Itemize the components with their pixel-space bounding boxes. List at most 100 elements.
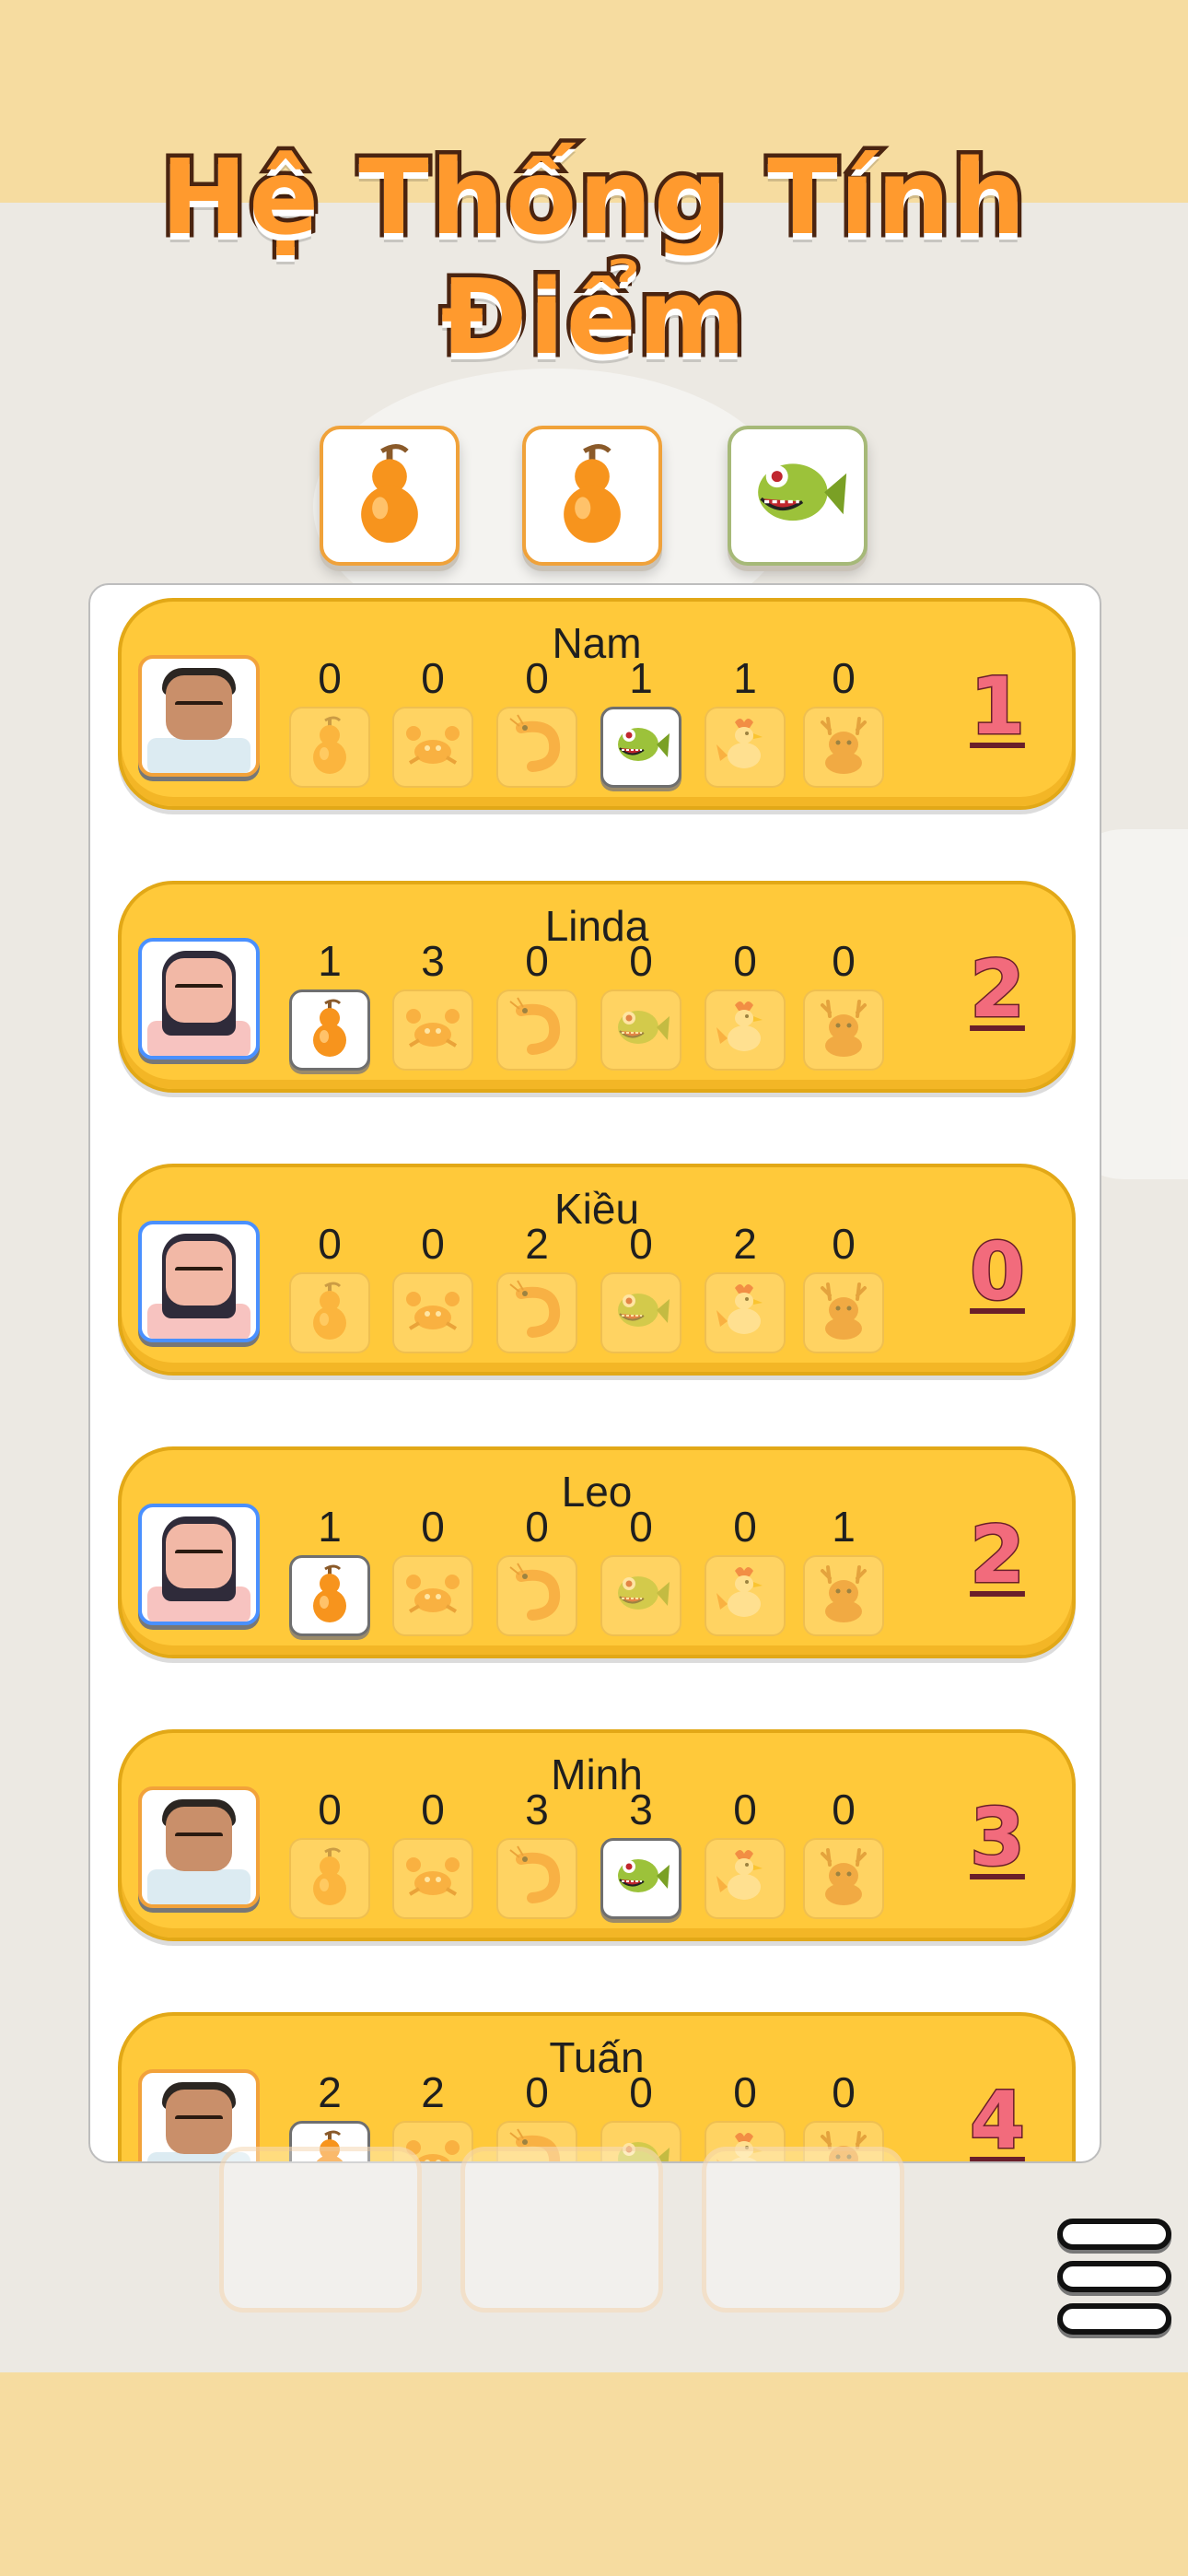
bet-count: 0 bbox=[832, 1220, 856, 1268]
bet-slot: 0 bbox=[701, 936, 789, 1074]
player-row: Minh 0 0 3 3 0 0 3 bbox=[118, 1729, 1076, 1946]
fish-cell bbox=[600, 989, 681, 1071]
menu-bar-icon bbox=[1057, 2219, 1171, 2250]
bet-slot: 2 bbox=[701, 1219, 789, 1357]
gourd-icon bbox=[537, 439, 647, 554]
crab-icon bbox=[401, 713, 465, 782]
player-avatar bbox=[138, 1504, 260, 1625]
rooster-cell bbox=[705, 1838, 786, 1919]
bet-slot: 0 bbox=[597, 1219, 685, 1357]
faded-dice-decoration bbox=[460, 2147, 663, 2313]
bet-count: 0 bbox=[629, 1503, 653, 1551]
rooster-icon bbox=[713, 713, 777, 782]
bet-count: 0 bbox=[421, 1220, 445, 1268]
fish-icon bbox=[609, 996, 673, 1065]
menu-button[interactable] bbox=[1057, 2219, 1177, 2340]
bet-slot: 0 bbox=[493, 653, 581, 791]
bet-count: 1 bbox=[318, 937, 342, 985]
fish-icon bbox=[609, 713, 673, 782]
bet-count: 0 bbox=[733, 1786, 757, 1833]
bet-count: 0 bbox=[421, 1503, 445, 1551]
dice-result-tile bbox=[728, 426, 868, 566]
crab-icon bbox=[401, 1844, 465, 1914]
bet-slot: 1 bbox=[285, 1502, 374, 1640]
player-row: Linda 1 3 0 0 0 0 2 bbox=[118, 881, 1076, 1097]
rooster-icon bbox=[713, 1279, 777, 1348]
crab-cell bbox=[392, 989, 473, 1071]
avatar-body bbox=[147, 738, 250, 773]
bet-count: 0 bbox=[733, 1503, 757, 1551]
deer-cell bbox=[803, 1838, 884, 1919]
avatar-body bbox=[147, 1869, 250, 1904]
bet-count: 2 bbox=[318, 2068, 342, 2116]
player-row: Nam 0 0 0 1 1 0 1 bbox=[118, 598, 1076, 814]
faded-dice-decoration bbox=[219, 2147, 422, 2313]
avatar-face bbox=[166, 2090, 232, 2154]
gourd-icon bbox=[297, 1279, 362, 1348]
avatar-face bbox=[166, 1524, 232, 1588]
bet-slot: 1 bbox=[701, 653, 789, 791]
crab-cell bbox=[392, 1272, 473, 1353]
rooster-icon bbox=[713, 1562, 777, 1631]
player-avatar bbox=[138, 1221, 260, 1342]
bet-slot: 1 bbox=[285, 936, 374, 1074]
deer-icon bbox=[811, 713, 876, 782]
shrimp-cell bbox=[496, 707, 577, 788]
bet-count: 0 bbox=[421, 1786, 445, 1833]
page-title: Hệ Thống Tính Điểm bbox=[157, 135, 1030, 382]
avatar-eyes bbox=[175, 984, 223, 989]
bet-count: 2 bbox=[525, 1220, 549, 1268]
gourd-icon bbox=[297, 1562, 362, 1631]
shrimp-cell bbox=[496, 989, 577, 1071]
bet-slot: 2 bbox=[493, 1219, 581, 1357]
gourd-cell bbox=[289, 989, 370, 1071]
player-score: 0 bbox=[969, 1225, 1027, 1320]
bet-count: 3 bbox=[525, 1786, 549, 1833]
bet-slot: 0 bbox=[493, 1502, 581, 1640]
crab-cell bbox=[392, 1838, 473, 1919]
bet-slot: 0 bbox=[389, 1502, 477, 1640]
gourd-cell bbox=[289, 1555, 370, 1636]
bet-count: 1 bbox=[318, 1503, 342, 1551]
fish-cell bbox=[600, 707, 681, 788]
avatar-face bbox=[166, 958, 232, 1023]
crab-icon bbox=[401, 996, 465, 1065]
fish-cell bbox=[600, 1272, 681, 1353]
shrimp-icon bbox=[505, 1279, 569, 1348]
bet-count: 0 bbox=[733, 937, 757, 985]
fish-cell bbox=[600, 1555, 681, 1636]
player-score: 3 bbox=[969, 1791, 1027, 1886]
bet-slot: 0 bbox=[389, 1785, 477, 1923]
player-avatar bbox=[138, 655, 260, 777]
rooster-icon bbox=[713, 1844, 777, 1914]
scoreboard-panel[interactable]: Nam 0 0 0 1 1 0 1 Linda 1 3 0 0 0 0 2 Kiều 0 0 2 0 2 0 0 Leo 1 0 0 0… bbox=[88, 583, 1101, 2163]
deer-cell bbox=[803, 989, 884, 1071]
bottom-band bbox=[0, 2372, 1188, 2576]
gourd-cell bbox=[289, 1838, 370, 1919]
bet-count: 0 bbox=[525, 2068, 549, 2116]
crab-cell bbox=[392, 1555, 473, 1636]
gourd-icon bbox=[297, 1844, 362, 1914]
bet-slot: 0 bbox=[389, 653, 477, 791]
shrimp-cell bbox=[496, 1838, 577, 1919]
bet-count: 0 bbox=[525, 654, 549, 702]
bet-count: 0 bbox=[832, 654, 856, 702]
bet-slot: 3 bbox=[493, 1785, 581, 1923]
shrimp-cell bbox=[496, 1555, 577, 1636]
bet-count: 2 bbox=[733, 1220, 757, 1268]
bet-slot: 3 bbox=[389, 936, 477, 1074]
avatar-face bbox=[166, 675, 232, 740]
bet-slot: 1 bbox=[799, 1502, 888, 1640]
deer-icon bbox=[811, 1279, 876, 1348]
avatar-face bbox=[166, 1807, 232, 1871]
fish-cell bbox=[600, 1838, 681, 1919]
avatar-eyes bbox=[175, 1832, 223, 1838]
gourd-icon bbox=[297, 996, 362, 1065]
menu-bar-icon bbox=[1057, 2303, 1171, 2335]
gourd-cell bbox=[289, 707, 370, 788]
fish-icon bbox=[609, 1844, 673, 1914]
fish-icon bbox=[609, 1562, 673, 1631]
bet-count: 0 bbox=[733, 2068, 757, 2116]
deer-cell bbox=[803, 707, 884, 788]
faded-dice-decoration bbox=[702, 2147, 904, 2313]
